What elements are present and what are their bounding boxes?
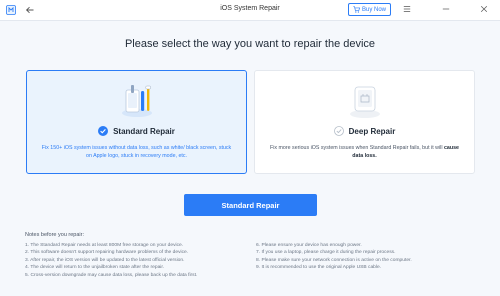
notes-list-left: 1. The Standard Repair needs at least 80…	[25, 242, 197, 279]
minimize-button[interactable]	[441, 4, 451, 14]
buy-now-button[interactable]: Buy Now	[348, 3, 391, 16]
notes-title: Notes before you repair:	[25, 232, 85, 238]
note-item: 7. If you use a laptop, please charge it…	[256, 250, 396, 256]
minimize-icon	[442, 8, 450, 10]
standard-repair-label: Standard Repair	[113, 126, 175, 136]
close-icon	[480, 5, 488, 13]
window-title: iOS System Repair	[220, 5, 280, 12]
unselected-check-icon	[333, 126, 344, 136]
note-item: 2. This software doesn't support repairi…	[25, 250, 189, 256]
note-item: 3. After repair, the iOS version will be…	[25, 257, 185, 263]
standard-repair-card[interactable]: Standard Repair Fix 150+ iOS system issu…	[26, 70, 247, 174]
title-bar: iOS System Repair Buy Now	[0, 0, 500, 21]
checkmark-icon	[98, 126, 109, 136]
note-item: 5. Cross-version downgrade may cause dat…	[25, 272, 198, 278]
standard-repair-title-row: Standard Repair	[27, 126, 246, 136]
note-item: 8. Please make sure your network connect…	[256, 257, 412, 263]
note-item: 9. It is recommended to use the original…	[256, 265, 382, 271]
standard-repair-tools-icon	[121, 85, 152, 117]
menu-button[interactable]	[402, 4, 412, 14]
note-item: 6. Please ensure your device has enough …	[256, 243, 362, 248]
notes-list-right: 6. Please ensure your device has enough …	[256, 242, 412, 272]
deep-repair-title-row: Deep Repair	[255, 126, 474, 136]
note-item: 1. The Standard Repair needs at least 80…	[25, 243, 184, 248]
standard-repair-button[interactable]: Standard Repair	[184, 194, 317, 216]
page-heading: Please select the way you want to repair…	[124, 38, 376, 50]
standard-repair-description: Fix 150+ iOS system issues without data …	[41, 145, 232, 159]
close-button[interactable]	[479, 4, 489, 14]
deep-repair-card[interactable]: Deep Repair Fix more serious iOS system …	[254, 70, 475, 174]
note-item: 4. The device will return to the unjailb…	[25, 265, 165, 271]
buy-now-label: Buy Now	[361, 6, 386, 13]
deep-repair-device-icon	[349, 86, 380, 118]
deep-repair-description: Fix more serious iOS system issues when …	[267, 144, 462, 160]
cart-icon	[353, 6, 360, 13]
menu-icon	[403, 6, 411, 12]
deep-repair-description-text: Fix more serious iOS system issues when …	[269, 145, 444, 151]
deep-repair-label: Deep Repair	[348, 126, 396, 136]
